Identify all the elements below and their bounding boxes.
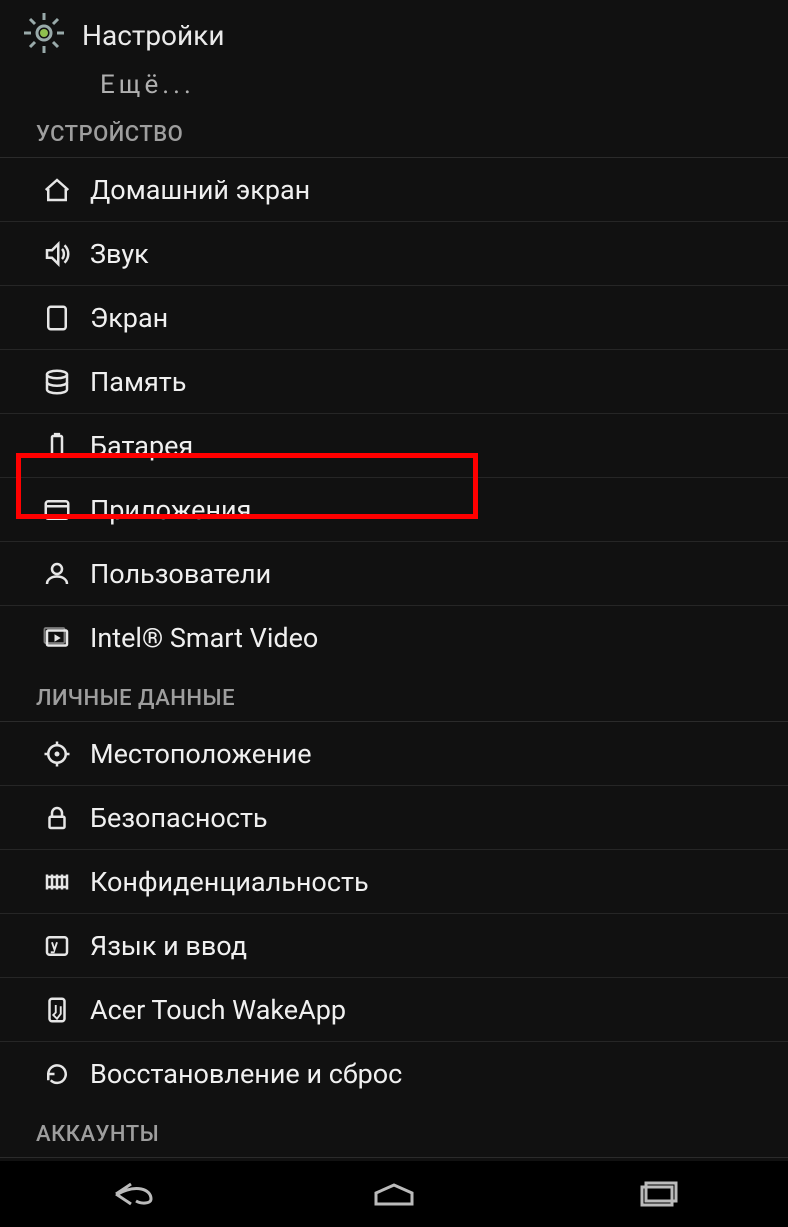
page-title: Настройки	[82, 19, 224, 52]
item-label: Безопасность	[90, 802, 268, 834]
touch-icon	[40, 993, 74, 1027]
item-sound[interactable]: Звук	[0, 222, 788, 286]
item-label: Память	[90, 366, 186, 398]
item-label: Приложения	[90, 494, 251, 526]
privacy-icon	[40, 865, 74, 899]
sound-icon	[40, 237, 74, 271]
item-label: Местоположение	[90, 738, 312, 770]
item-intel-smart-video[interactable]: Intel® Smart Video	[0, 606, 788, 670]
nav-home-button[interactable]	[349, 1174, 439, 1214]
display-icon	[40, 301, 74, 335]
item-label: Пользователи	[90, 558, 271, 590]
item-label: Звук	[90, 238, 149, 270]
video-icon	[40, 621, 74, 655]
item-users[interactable]: Пользователи	[0, 542, 788, 606]
item-battery[interactable]: Батарея	[0, 414, 788, 478]
item-label: Intel® Smart Video	[90, 622, 318, 654]
battery-icon	[40, 429, 74, 463]
item-label: Домашний экран	[90, 174, 310, 206]
location-icon	[40, 737, 74, 771]
item-privacy[interactable]: Конфиденциальность	[0, 850, 788, 914]
truncated-item[interactable]: Ещё...	[0, 70, 788, 106]
reset-icon	[40, 1057, 74, 1091]
item-language[interactable]: Язык и ввод	[0, 914, 788, 978]
section-header-personal: ЛИЧНЫЕ ДАННЫЕ	[0, 670, 788, 722]
lock-icon	[40, 801, 74, 835]
item-home-screen[interactable]: Домашний экран	[0, 158, 788, 222]
nav-back-button[interactable]	[86, 1174, 176, 1214]
nav-recent-button[interactable]	[612, 1174, 702, 1214]
settings-gear-icon	[20, 9, 68, 61]
item-security[interactable]: Безопасность	[0, 786, 788, 850]
action-bar: Настройки	[0, 0, 788, 70]
item-label: Язык и ввод	[90, 930, 247, 962]
storage-icon	[40, 365, 74, 399]
list-personal: Местоположение Безопасность Конфиденциал…	[0, 722, 788, 1106]
item-label: Конфиденциальность	[90, 866, 369, 898]
item-backup-reset[interactable]: Восстановление и сброс	[0, 1042, 788, 1106]
section-header-device: УСТРОЙСТВО	[0, 106, 788, 158]
item-label: Восстановление и сброс	[90, 1058, 402, 1090]
list-device: Домашний экран Звук Экран Память Батарея…	[0, 158, 788, 670]
apps-icon	[40, 493, 74, 527]
item-label: Экран	[90, 302, 168, 334]
item-label: Батарея	[90, 430, 193, 462]
item-location[interactable]: Местоположение	[0, 722, 788, 786]
navigation-bar	[0, 1161, 788, 1227]
item-acer-wakeapp[interactable]: Acer Touch WakeApp	[0, 978, 788, 1042]
users-icon	[40, 557, 74, 591]
item-apps[interactable]: Приложения	[0, 478, 788, 542]
language-icon	[40, 929, 74, 963]
home-icon	[40, 173, 74, 207]
item-display[interactable]: Экран	[0, 286, 788, 350]
item-storage[interactable]: Память	[0, 350, 788, 414]
item-label: Acer Touch WakeApp	[90, 994, 346, 1026]
section-header-accounts: АККАУНТЫ	[0, 1106, 788, 1158]
